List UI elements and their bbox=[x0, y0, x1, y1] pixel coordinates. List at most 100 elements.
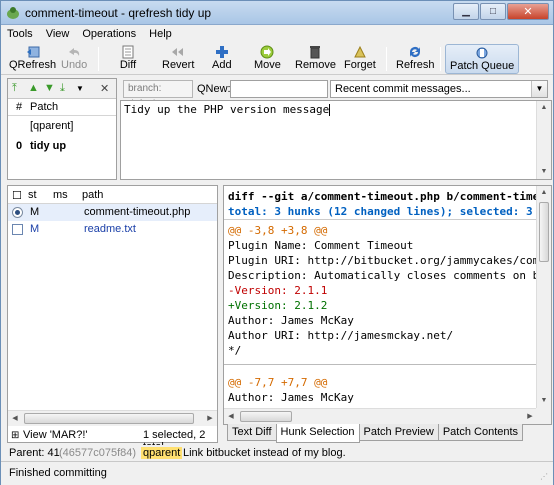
diff-tabs: Text Diff Hunk Selection Patch Preview P… bbox=[227, 424, 524, 443]
divider bbox=[224, 364, 537, 365]
forget-button[interactable]: Forget bbox=[344, 44, 376, 74]
commit-message-scrollbar[interactable]: ▲ ▼ bbox=[536, 101, 551, 179]
file-row[interactable]: M readme.txt bbox=[8, 221, 217, 238]
qnew-label: QNew: bbox=[197, 83, 231, 95]
column-path[interactable]: path bbox=[82, 189, 103, 201]
expand-icon[interactable]: ⊞ bbox=[11, 430, 19, 441]
diff-line: +Version: 2.1.2 bbox=[228, 299, 328, 312]
commit-message-editor[interactable]: Tidy up the PHP version message ▲ ▼ bbox=[120, 100, 552, 180]
file-list-header: ☐ st ms path bbox=[8, 186, 217, 204]
diff-button[interactable]: Diff bbox=[119, 44, 137, 74]
refresh-button[interactable]: Refresh bbox=[396, 44, 435, 74]
diff-line: Author: James McKay bbox=[228, 391, 354, 404]
parent-info-bar: Parent: 41 (46577c075f84) qparent Link b… bbox=[1, 445, 553, 461]
select-all-checkbox[interactable]: ☐ bbox=[12, 189, 22, 202]
selected-radio-icon[interactable] bbox=[12, 207, 23, 218]
recent-messages-dropdown[interactable]: Recent commit messages... ▼ bbox=[330, 80, 548, 98]
scroll-left-icon[interactable]: ◀ bbox=[224, 409, 238, 424]
scroll-down-icon[interactable]: ▼ bbox=[537, 394, 551, 408]
patch-queue-pane: ⤒ ▲ ▼ ⤓ ▼ ✕ # Patch [qparent] 0 tidy up bbox=[7, 78, 117, 180]
file-checkbox[interactable] bbox=[12, 224, 23, 235]
trash-icon bbox=[306, 44, 324, 59]
toolbar-separator bbox=[98, 47, 99, 71]
file-path: readme.txt bbox=[84, 223, 136, 235]
move-up-icon[interactable]: ▲ bbox=[28, 82, 39, 94]
text-caret bbox=[329, 104, 331, 116]
menu-view[interactable]: View bbox=[46, 25, 70, 43]
window-title: comment-timeout - qrefresh tidy up bbox=[25, 6, 212, 20]
resize-grip-icon[interactable]: ⋰ bbox=[540, 472, 550, 482]
menu-tools[interactable]: Tools bbox=[7, 25, 33, 43]
tab-patch-contents[interactable]: Patch Contents bbox=[437, 424, 524, 441]
diff-hunk-header: @@ -7,7 +7,7 @@ bbox=[228, 376, 328, 389]
undo-button[interactable]: Undo bbox=[61, 44, 87, 74]
tab-hunk-selection[interactable]: Hunk Selection bbox=[275, 424, 360, 443]
remove-button[interactable]: Remove bbox=[295, 44, 336, 74]
scroll-thumb[interactable] bbox=[539, 202, 549, 262]
scroll-down-icon[interactable]: ▼ bbox=[537, 165, 551, 179]
scroll-thumb[interactable] bbox=[240, 411, 292, 422]
close-button[interactable]: ✕ bbox=[507, 3, 549, 20]
diff-line: Author: James McKay bbox=[228, 314, 354, 327]
file-list-footer: ⊞ View 'MAR?!' 1 selected, 2 total bbox=[7, 426, 218, 453]
refresh-icon bbox=[406, 44, 424, 59]
file-filter-label[interactable]: View 'MAR?!' bbox=[23, 429, 88, 441]
chevron-down-icon[interactable]: ▼ bbox=[531, 81, 547, 97]
diff-line: */ bbox=[228, 344, 242, 357]
file-row[interactable]: M comment-timeout.php bbox=[8, 204, 217, 221]
move-icon bbox=[258, 44, 276, 59]
maximize-button[interactable]: □ bbox=[480, 3, 506, 20]
revert-button[interactable]: Revert bbox=[162, 44, 194, 74]
scroll-thumb[interactable] bbox=[24, 413, 194, 424]
scroll-right-icon[interactable]: ▶ bbox=[523, 409, 537, 424]
menu-bar: Tools View Operations Help bbox=[1, 25, 553, 43]
diff-line: Plugin URI: http://bitbucket.org/jammyca… bbox=[228, 254, 540, 267]
minimize-button[interactable]: ▁ bbox=[453, 3, 479, 20]
patch-name: [qparent] bbox=[30, 120, 74, 132]
scrollbar-corner bbox=[536, 408, 551, 424]
window-controls: ▁ □ ✕ bbox=[452, 3, 549, 21]
diff-line: -Version: 2.1.1 bbox=[228, 284, 328, 297]
column-merge-status[interactable]: ms bbox=[53, 189, 68, 201]
tab-text-diff[interactable]: Text Diff bbox=[227, 424, 277, 441]
patch-list-header: # Patch bbox=[8, 99, 116, 116]
file-path: comment-timeout.php bbox=[84, 206, 191, 218]
qrefresh-icon bbox=[24, 44, 42, 59]
move-button[interactable]: Move bbox=[254, 44, 281, 74]
delete-patch-icon[interactable]: ✕ bbox=[100, 82, 109, 95]
move-top-icon[interactable]: ⤒ bbox=[12, 82, 17, 95]
divider bbox=[224, 219, 537, 220]
menu-operations[interactable]: Operations bbox=[82, 25, 136, 43]
column-patch[interactable]: Patch bbox=[30, 101, 58, 113]
status-bar: Finished committing ⋰ bbox=[1, 461, 553, 485]
file-status: M bbox=[30, 206, 40, 218]
file-list-scrollbar[interactable]: ◀ ▶ bbox=[8, 410, 217, 426]
move-down-icon[interactable]: ▼ bbox=[44, 82, 55, 94]
scroll-up-icon[interactable]: ▲ bbox=[537, 101, 551, 115]
qnew-input[interactable] bbox=[230, 80, 328, 98]
patch-row[interactable]: 0 tidy up bbox=[8, 136, 116, 156]
patch-queue-button[interactable]: Patch Queue bbox=[445, 44, 520, 74]
parent-node: (46577c075f84) bbox=[59, 447, 137, 459]
scroll-left-icon[interactable]: ◀ bbox=[8, 411, 22, 426]
menu-help[interactable]: Help bbox=[149, 25, 172, 43]
scroll-up-icon[interactable]: ▲ bbox=[537, 186, 551, 200]
patch-row[interactable]: [qparent] bbox=[8, 116, 116, 136]
column-number[interactable]: # bbox=[16, 101, 22, 113]
add-button[interactable]: Add bbox=[212, 44, 232, 74]
tab-patch-preview[interactable]: Patch Preview bbox=[358, 424, 439, 441]
column-status[interactable]: st bbox=[28, 189, 37, 201]
toolbar-separator bbox=[440, 47, 441, 71]
diff-horizontal-scrollbar[interactable]: ◀ ▶ bbox=[224, 408, 537, 424]
file-list-pane: ☐ st ms path M comment-timeout.php M rea… bbox=[7, 185, 218, 443]
qrefresh-button[interactable]: QRefresh bbox=[9, 44, 56, 74]
patch-queue-icon bbox=[473, 45, 491, 60]
diff-vertical-scrollbar[interactable]: ▲ ▼ bbox=[536, 186, 551, 408]
scroll-right-icon[interactable]: ▶ bbox=[203, 411, 217, 426]
move-bottom-icon[interactable]: ⤓ bbox=[60, 82, 65, 95]
diff-icon bbox=[119, 44, 137, 59]
branch-button[interactable]: branch: default bbox=[123, 80, 193, 110]
diff-header: diff --git a/comment-timeout.php b/comme… bbox=[228, 190, 546, 203]
dropdown-arrow-icon[interactable]: ▼ bbox=[76, 84, 84, 93]
diff-viewer[interactable]: diff --git a/comment-timeout.php b/comme… bbox=[223, 185, 552, 425]
